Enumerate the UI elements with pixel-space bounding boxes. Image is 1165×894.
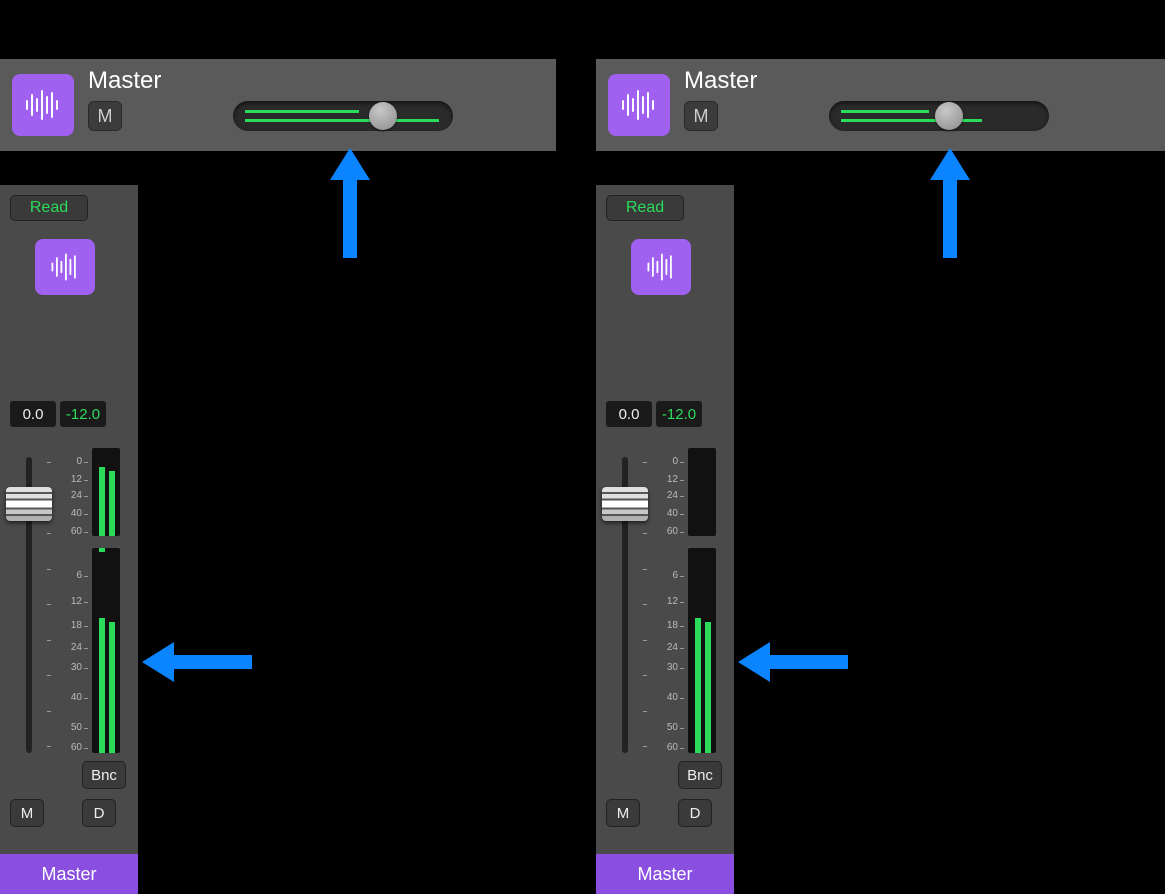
peak-value[interactable]: -12.0 [60, 401, 106, 427]
bounce-button[interactable]: Bnc [678, 761, 722, 789]
channel-strip-left: Read 0.0 -12.0 0 12 24 40 60 6 12 18 2 [0, 185, 138, 894]
fader-thumb[interactable] [602, 487, 648, 521]
mute-button[interactable]: M [606, 799, 640, 827]
track-title: Master [684, 67, 757, 95]
mute-button[interactable]: M [10, 799, 44, 827]
arrow-up-icon [930, 148, 970, 258]
pre-meter [92, 448, 120, 536]
automation-read-button[interactable]: Read [10, 195, 88, 221]
pre-meter [688, 448, 716, 536]
track-header-right: Master M [596, 59, 1165, 151]
level-readout: 0.0 -12.0 [606, 401, 702, 427]
track-header-left: Master M [0, 59, 556, 151]
channel-name[interactable]: Master [596, 854, 734, 894]
volume-slider[interactable] [233, 101, 453, 131]
fader-thumb[interactable] [6, 487, 52, 521]
volume-slider[interactable] [829, 101, 1049, 131]
audio-icon [608, 74, 670, 136]
arrow-up-icon [330, 148, 370, 258]
mute-button[interactable]: M [684, 101, 718, 131]
mute-button[interactable]: M [88, 101, 122, 131]
arrow-left-icon [738, 642, 848, 682]
automation-read-button[interactable]: Read [606, 195, 684, 221]
post-meter [688, 548, 716, 753]
channel-strip-right: Read 0.0 -12.0 0 12 24 40 60 6 12 18 2 [596, 185, 734, 894]
level-readout: 0.0 -12.0 [10, 401, 106, 427]
dim-button[interactable]: D [82, 799, 116, 827]
bounce-button[interactable]: Bnc [82, 761, 126, 789]
arrow-left-icon [142, 642, 252, 682]
dim-button[interactable]: D [678, 799, 712, 827]
gain-value[interactable]: 0.0 [10, 401, 56, 427]
track-title: Master [88, 67, 161, 95]
peak-value[interactable]: -12.0 [656, 401, 702, 427]
channel-name[interactable]: Master [0, 854, 138, 894]
post-meter [92, 548, 120, 753]
audio-icon [12, 74, 74, 136]
gain-value[interactable]: 0.0 [606, 401, 652, 427]
audio-icon [35, 239, 95, 295]
audio-icon [631, 239, 691, 295]
